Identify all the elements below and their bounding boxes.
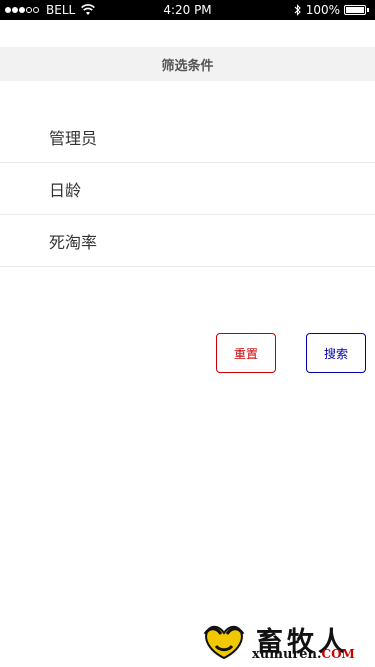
battery-tip (367, 8, 369, 12)
xumuren-logo-icon (203, 625, 245, 660)
filter-item-manager[interactable]: 管理员 (0, 111, 375, 163)
filter-item-mortality-rate[interactable]: 死淘率 (0, 215, 375, 267)
filter-item-age-days[interactable]: 日龄 (0, 163, 375, 215)
bluetooth-icon (294, 4, 301, 16)
battery-percentage: 100% (305, 3, 340, 17)
reset-button[interactable]: 重置 (216, 333, 276, 373)
status-right: 100% (294, 3, 369, 17)
filter-list: 管理员 日龄 死淘率 (0, 111, 375, 267)
status-bar: BELL 4:20 PM 100% (0, 0, 375, 20)
watermark: 畜牧人 xumuren.COM (200, 620, 370, 666)
watermark-domain: xumuren.COM (252, 647, 355, 662)
search-button[interactable]: 搜索 (306, 333, 366, 373)
watermark-domain-main: xumuren. (252, 647, 322, 662)
watermark-domain-tld: COM (321, 647, 355, 661)
page-title: 筛选条件 (0, 47, 375, 81)
battery-icon (344, 5, 366, 15)
